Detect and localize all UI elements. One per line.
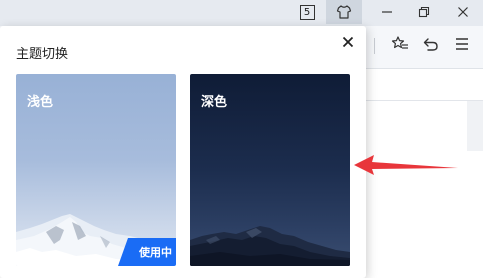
window-close-button[interactable] [446, 0, 480, 24]
close-icon [342, 33, 354, 52]
theme-switch-popup: 主题切换 浅色 使用中 深色 [0, 26, 366, 278]
maximize-icon [418, 6, 430, 18]
side-panel [467, 101, 483, 151]
tab-counter-badge: 5 [299, 4, 315, 20]
favorite-button[interactable] [391, 35, 409, 57]
undo-icon [422, 35, 440, 57]
favorite-icon [391, 35, 409, 57]
minimize-button[interactable] [370, 0, 404, 24]
night-mountain-image [190, 226, 350, 266]
minimize-icon [381, 6, 393, 18]
close-icon [457, 6, 469, 18]
content-divider [360, 100, 483, 101]
skin-icon [336, 4, 352, 20]
tab-counter-button[interactable]: 5 [290, 0, 324, 24]
popup-title: 主题切换 [16, 47, 69, 62]
red-arrow-annotation [354, 155, 458, 175]
in-use-badge: 使用中 [118, 238, 176, 266]
theme-label: 深色 [201, 95, 228, 110]
menu-button[interactable] [453, 37, 471, 55]
toolbar-separator [374, 38, 375, 54]
maximize-button[interactable] [407, 0, 441, 24]
theme-label: 浅色 [27, 95, 54, 110]
theme-card-dark[interactable]: 深色 [190, 74, 350, 266]
skin-button[interactable] [326, 0, 362, 24]
in-use-label: 使用中 [139, 246, 172, 259]
popup-close-button[interactable] [340, 34, 356, 50]
menu-icon [454, 36, 470, 56]
theme-card-light[interactable]: 浅色 使用中 [16, 74, 176, 266]
undo-button[interactable] [422, 37, 440, 55]
